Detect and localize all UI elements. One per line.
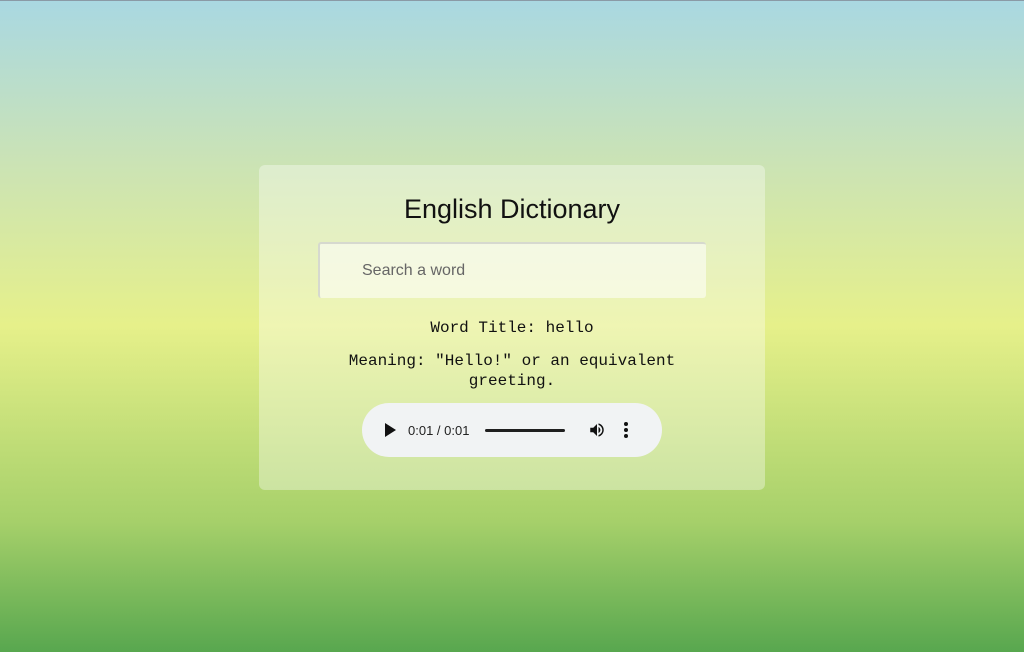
audio-progress-bar[interactable] <box>485 428 566 432</box>
page-title: English Dictionary <box>403 194 621 224</box>
audio-time: 0:01 / 0:01 <box>408 422 470 438</box>
dictionary-card: English Dictionary Word Title: hello Mea… <box>259 165 765 490</box>
volume-button[interactable] <box>587 420 607 440</box>
search-input[interactable] <box>318 242 706 298</box>
audio-player: 0:01 / 0:01 <box>362 403 662 457</box>
more-options-button[interactable] <box>619 420 633 440</box>
volume-icon <box>590 423 605 437</box>
word-title: Word Title: hello <box>430 319 594 337</box>
play-icon <box>385 423 396 437</box>
word-meaning: Meaning: "Hello!" or an equivalent greet… <box>348 352 676 390</box>
more-vert-icon <box>624 422 629 438</box>
play-button[interactable] <box>380 420 400 440</box>
